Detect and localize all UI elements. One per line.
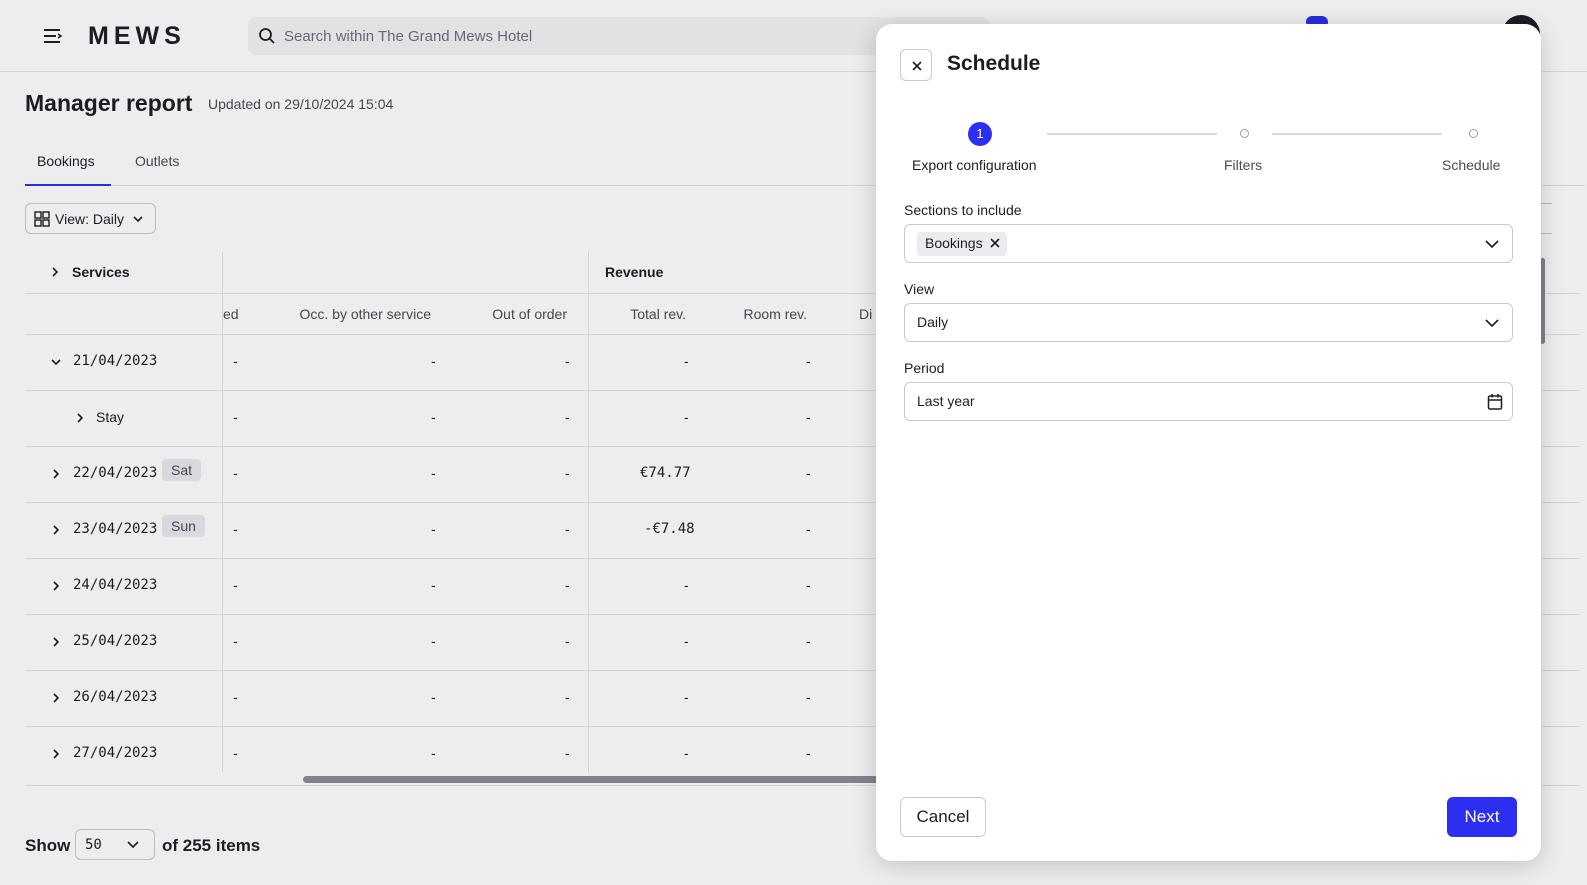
view-value: Daily	[917, 314, 949, 330]
section-chip-label: Bookings	[925, 235, 983, 251]
modal-title: Schedule	[947, 52, 1041, 75]
period-select[interactable]: Last year	[904, 382, 1513, 421]
step-3-label: Schedule	[1442, 157, 1501, 173]
view-field-label: View	[904, 281, 935, 297]
step-1-indicator: 1	[968, 122, 992, 146]
next-button[interactable]: Next	[1447, 797, 1517, 837]
stepper: 1 Export configuration Filters Schedule	[876, 122, 1541, 182]
sections-select[interactable]: Bookings	[904, 224, 1513, 263]
step-connector	[1272, 133, 1442, 135]
remove-chip-icon[interactable]	[989, 237, 1001, 249]
calendar-icon[interactable]	[1487, 393, 1503, 411]
step-2-label: Filters	[1224, 157, 1263, 173]
period-value: Last year	[917, 393, 975, 409]
period-label: Period	[904, 360, 945, 376]
section-chip: Bookings	[917, 232, 1007, 256]
cancel-button[interactable]: Cancel	[900, 797, 986, 837]
sections-label: Sections to include	[904, 202, 1022, 218]
close-icon	[912, 61, 922, 71]
step-1-label: Export configuration	[912, 157, 1037, 173]
step-3-indicator	[1469, 129, 1478, 138]
chevron-down-icon	[1485, 319, 1499, 328]
schedule-modal: Schedule 1 Export configuration Filters …	[876, 24, 1541, 861]
chevron-down-icon	[1485, 240, 1499, 249]
step-connector	[1047, 133, 1217, 135]
step-2-indicator	[1240, 129, 1249, 138]
view-select[interactable]: Daily	[904, 303, 1513, 342]
close-button[interactable]	[900, 49, 932, 81]
